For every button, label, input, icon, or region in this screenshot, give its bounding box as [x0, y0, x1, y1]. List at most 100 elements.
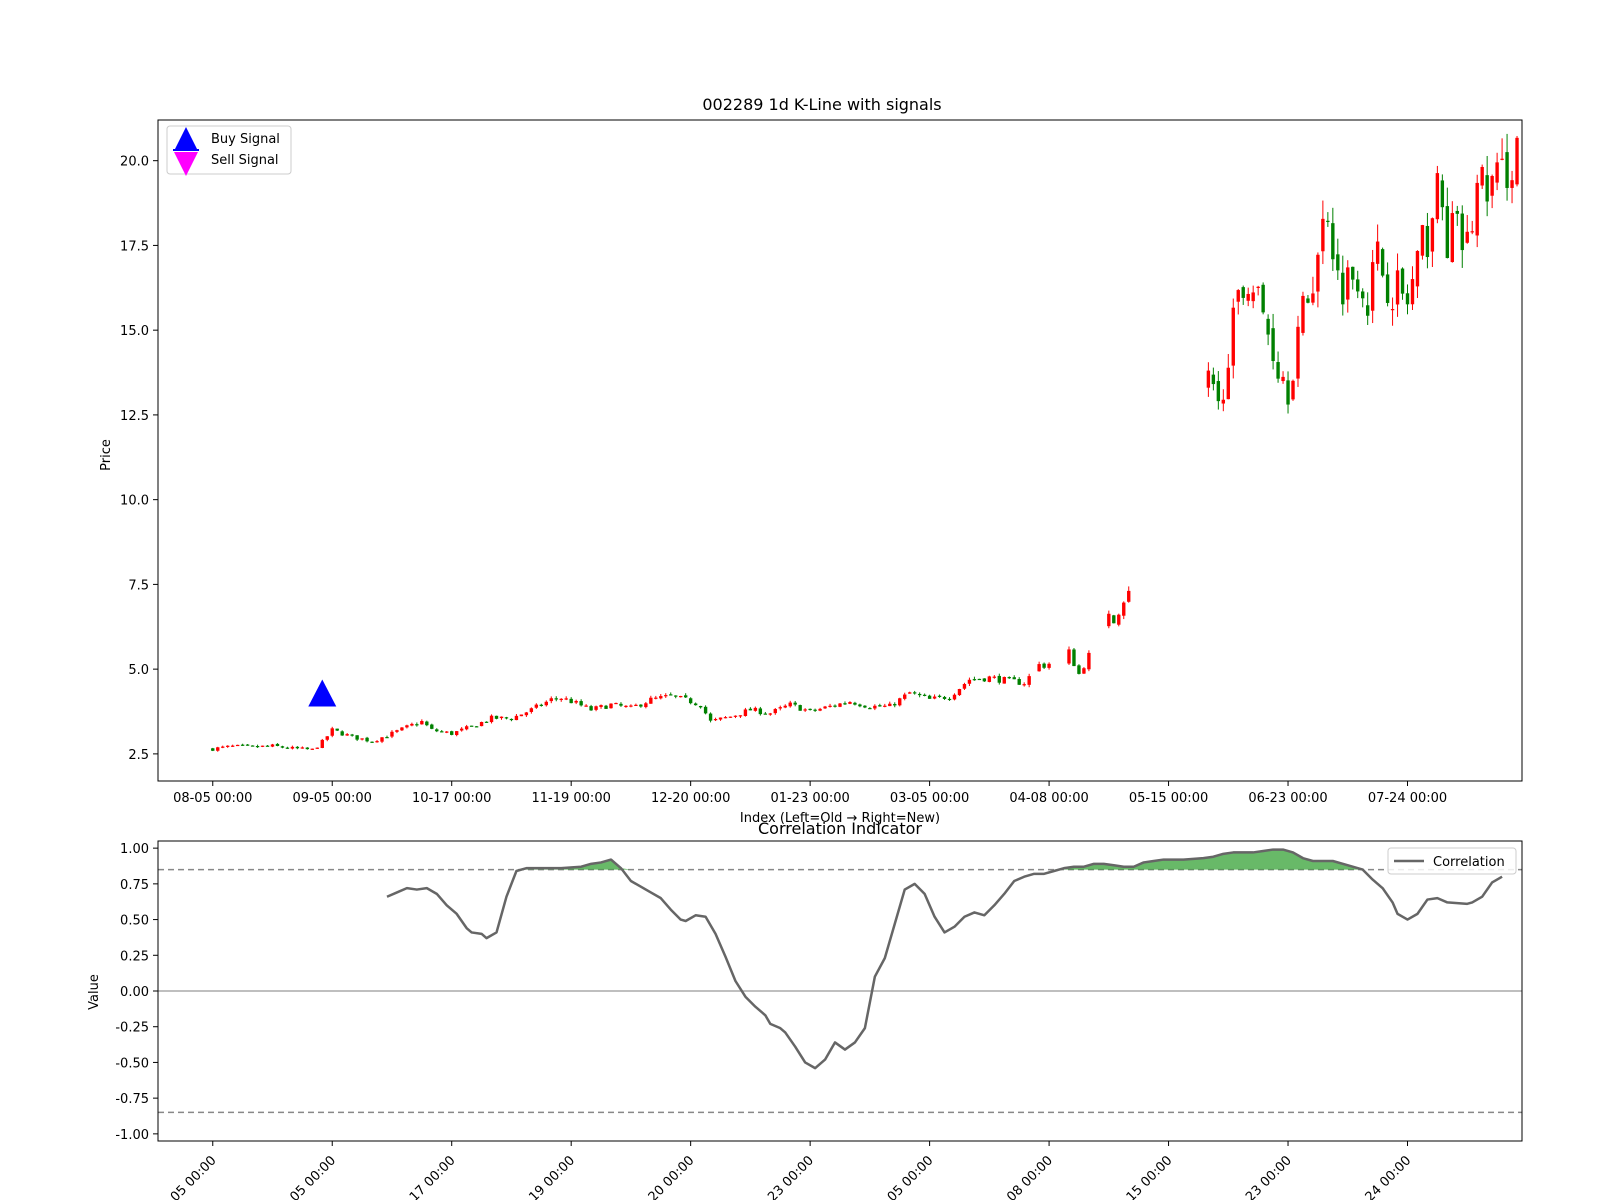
correlation-y-tick-label: -0.50	[115, 1056, 149, 1071]
kline-x-tick-label: 08-05 00:00	[173, 791, 252, 806]
candle-body	[235, 744, 240, 747]
candle-body	[1475, 182, 1479, 236]
candle-body	[1361, 291, 1365, 299]
candle-body	[1206, 370, 1211, 388]
candle-body	[619, 703, 623, 706]
candle-body	[340, 731, 344, 736]
candle-body	[803, 709, 807, 711]
candle-body	[484, 721, 489, 723]
candle-body	[1385, 274, 1390, 303]
candle-body	[853, 702, 857, 705]
candle-body	[211, 748, 215, 751]
candle-body	[609, 703, 613, 709]
candle-body	[240, 744, 245, 746]
candle-body	[1221, 399, 1226, 404]
candle-body	[1490, 176, 1494, 196]
candle-body	[415, 724, 419, 726]
candle-body	[713, 719, 718, 721]
candle-body	[454, 731, 459, 736]
candle-body	[873, 705, 877, 709]
candle-body	[594, 706, 598, 710]
candle-body	[1306, 298, 1310, 303]
candle-body	[1246, 293, 1250, 301]
candle-body	[1002, 676, 1006, 684]
candle-body	[1515, 137, 1519, 185]
candle-body	[1465, 231, 1469, 243]
candle-body	[808, 708, 812, 711]
candle-body	[1311, 293, 1315, 303]
candle-body	[350, 734, 354, 736]
candle-body	[967, 679, 972, 684]
candle-body	[430, 724, 434, 729]
candle-body	[908, 692, 912, 694]
candle-body	[1296, 326, 1300, 379]
candle-body	[390, 731, 394, 737]
candle-body	[544, 701, 548, 706]
candle-body	[659, 696, 663, 699]
candle-body	[280, 746, 285, 748]
candle-body	[385, 737, 389, 739]
candle-body	[270, 744, 275, 747]
candle-body	[868, 708, 872, 710]
candle-body	[1480, 166, 1484, 186]
candle-body	[818, 708, 822, 711]
correlation-y-tick-label: 1.00	[120, 842, 149, 857]
candle-body	[883, 705, 887, 707]
candle-body	[265, 745, 270, 747]
candle-body	[718, 717, 723, 720]
candle-body	[778, 707, 782, 709]
candle-body	[644, 703, 648, 708]
candle-body	[230, 745, 235, 747]
candle-body	[798, 705, 802, 711]
candle-body	[679, 696, 683, 698]
candle-body	[698, 705, 703, 708]
candle-body	[305, 747, 310, 750]
candle-body	[216, 747, 220, 751]
correlation-y-tick-label: 0.00	[120, 985, 149, 1000]
candle-body	[1286, 380, 1290, 405]
candle-body	[469, 725, 474, 727]
candle-body	[982, 678, 987, 682]
candle-body	[1112, 615, 1116, 624]
candle-body	[499, 716, 504, 719]
correlation-y-tick-label: -1.00	[115, 1128, 149, 1143]
candle-body	[1271, 328, 1275, 362]
legend-sell-signal-label: Sell Signal	[211, 153, 279, 168]
candle-body	[903, 694, 907, 699]
candle-body	[445, 731, 449, 733]
candle-body	[1331, 223, 1335, 260]
candle-body	[738, 715, 743, 717]
candle-body	[604, 705, 608, 709]
kline-y-tick-label: 12.5	[120, 409, 149, 424]
correlation-y-axis-label: Value	[87, 974, 102, 1010]
candle-body	[838, 703, 842, 707]
candle-body	[1430, 218, 1435, 252]
candle-body	[773, 709, 777, 714]
candle-body	[927, 695, 932, 699]
candle-body	[425, 721, 429, 726]
candle-body	[320, 739, 324, 748]
candle-body	[1445, 206, 1450, 259]
candle-body	[250, 745, 255, 747]
candle-body	[1127, 590, 1131, 602]
candle-body	[917, 693, 922, 696]
candle-body	[1082, 668, 1086, 674]
candle-body	[1365, 305, 1370, 316]
candle-body	[221, 746, 225, 748]
candle-body	[813, 709, 817, 711]
candle-body	[325, 736, 329, 740]
candle-body	[226, 745, 230, 747]
candle-body	[942, 696, 947, 699]
kline-y-tick-label: 10.0	[120, 494, 149, 509]
candle-body	[534, 704, 539, 708]
correlation-y-tick-label: 0.75	[120, 878, 149, 893]
kline-x-tick-label: 12-20 00:00	[651, 791, 730, 806]
candle-body	[1067, 649, 1071, 664]
candle-body	[1341, 272, 1345, 305]
candle-body	[559, 698, 563, 701]
candle-body	[688, 698, 693, 704]
candle-body	[1226, 367, 1230, 400]
candle-body	[823, 706, 827, 709]
candle-body	[435, 729, 439, 732]
candle-body	[639, 704, 643, 707]
